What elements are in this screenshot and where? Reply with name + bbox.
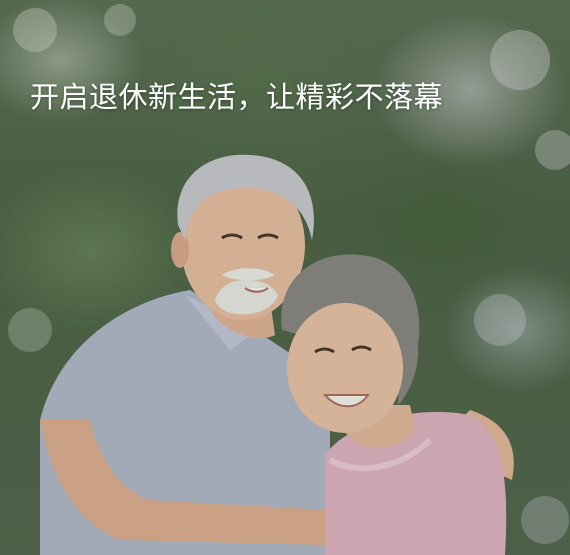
hero-headline: 开启退休新生活，让精彩不落幕 [30,80,444,114]
hero-banner: 开启退休新生活，让精彩不落幕 [0,0,570,555]
